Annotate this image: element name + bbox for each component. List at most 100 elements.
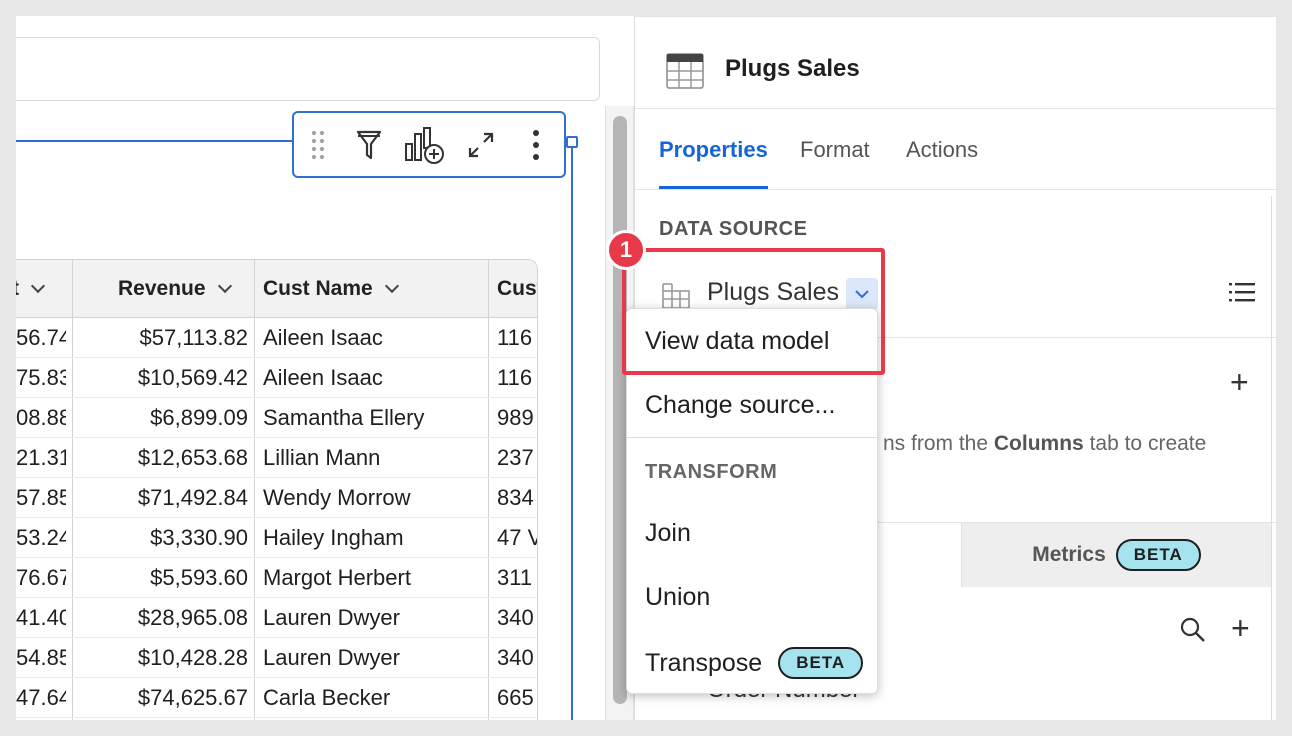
table-cell[interactable]: 47.64 [16, 678, 66, 718]
table-row[interactable]: 53.24 $3,330.90 Hailey Ingham 47 V [16, 518, 537, 558]
menu-item-transpose-label: Transpose [645, 648, 763, 677]
table-cell[interactable]: 54.85 [16, 638, 66, 678]
column-header-cust-name[interactable]: Cust Name [263, 260, 489, 318]
menu-item-change-source[interactable]: Change source... [645, 391, 835, 420]
expand-icon[interactable] [453, 113, 509, 176]
add-chart-icon[interactable] [397, 113, 453, 176]
table-cell[interactable]: 116 [497, 318, 537, 358]
menu-divider [627, 437, 879, 438]
search-icon[interactable] [1179, 616, 1207, 649]
table-cell[interactable]: 237 [497, 438, 537, 478]
table-cell[interactable]: Margot Herbert [263, 558, 489, 598]
table-row[interactable]: 76.67 $5,593.60 Margot Herbert 311 [16, 558, 537, 598]
tab-metrics[interactable]: Metrics BETA [961, 523, 1271, 587]
table-row[interactable]: 54.85 $10,428.28 Lauren Dwyer 340 [16, 638, 537, 678]
add-grouping-plus-icon[interactable]: + [1230, 366, 1249, 398]
tab-properties[interactable]: Properties [659, 137, 768, 163]
table-cell[interactable]: 47 V [497, 518, 537, 558]
table-cell[interactable]: $5,593.60 [74, 558, 248, 598]
table-cell[interactable]: 665 [497, 678, 537, 718]
element-toolbar [292, 111, 566, 178]
chevron-down-icon[interactable] [217, 278, 232, 294]
table-cell[interactable]: $10,428.28 [74, 638, 248, 678]
hint-text-part: tab to create [1083, 432, 1207, 455]
table-cell[interactable]: $6,899.09 [74, 398, 248, 438]
table-cell[interactable]: 311 [497, 558, 537, 598]
column-header[interactable]: t [16, 260, 78, 318]
table-cell[interactable]: 56.74 [16, 318, 66, 358]
menu-item-transpose[interactable]: Transpose BETA [645, 647, 864, 679]
tab-actions[interactable]: Actions [906, 137, 978, 163]
chevron-down-icon[interactable] [384, 278, 399, 294]
chevron-down-icon[interactable] [30, 278, 46, 294]
table-row[interactable]: 47.64 $74,625.67 Carla Becker 665 [16, 678, 537, 718]
table-cell[interactable]: $28,965.08 [74, 598, 248, 638]
table-cell[interactable]: Lillian Mann [263, 438, 489, 478]
panel-header: Plugs Sales [635, 16, 1276, 109]
table-cell[interactable]: 989 [497, 398, 537, 438]
resize-handle[interactable] [566, 136, 578, 148]
table-cell[interactable]: 340 [497, 598, 537, 638]
table-cell[interactable]: 834 [497, 478, 537, 518]
table-body: 56.74 $57,113.82 Aileen Isaac 116 75.83 $10,5… [16, 318, 537, 718]
active-tab-indicator [659, 186, 768, 189]
table-cell[interactable]: Carla Becker [263, 678, 489, 718]
columns-hint-text: ns from the Columns tab to create [883, 432, 1206, 456]
scrollbar-thumb[interactable] [613, 116, 627, 704]
table-cell[interactable]: $74,625.67 [74, 678, 248, 718]
workbook-canvas: t Revenue Cust Name Cust 56.74$57,113.82… [16, 16, 634, 720]
table-row[interactable]: 75.83 $10,569.42 Aileen Isaac 116 [16, 358, 537, 398]
table-cell[interactable]: 08.88 [16, 398, 66, 438]
panel-tabs: Properties Format Actions [635, 109, 1276, 190]
table-cell[interactable]: $3,330.90 [74, 518, 248, 558]
column-header-label: t [16, 277, 19, 301]
app-frame: t Revenue Cust Name Cust 56.74$57,113.82… [16, 16, 1276, 720]
beta-badge: BETA [1115, 539, 1201, 571]
table-cell[interactable]: 41.40 [16, 598, 66, 638]
table-cell[interactable]: Lauren Dwyer [263, 638, 489, 678]
column-header-label: Revenue [118, 277, 206, 300]
canvas-header-field[interactable] [16, 37, 600, 101]
add-column-plus-icon[interactable]: + [1231, 612, 1250, 644]
list-icon[interactable] [1229, 282, 1255, 307]
table-icon [666, 53, 704, 94]
table-cell[interactable]: Samantha Ellery [263, 398, 489, 438]
annotation-step-badge: 1 [606, 230, 646, 270]
table-cell[interactable]: Lauren Dwyer [263, 598, 489, 638]
panel-title: Plugs Sales [725, 55, 860, 82]
table-row[interactable]: 41.40 $28,965.08 Lauren Dwyer 340 [16, 598, 537, 638]
panel-scrollbar[interactable] [1271, 196, 1276, 720]
filter-icon[interactable] [342, 113, 398, 176]
more-options-icon[interactable] [508, 113, 564, 176]
tab-format[interactable]: Format [800, 137, 870, 163]
table-cell[interactable]: Aileen Isaac [263, 318, 489, 358]
table-cell[interactable]: 53.24 [16, 518, 66, 558]
table-cell[interactable]: 340 [497, 638, 537, 678]
annotation-highlight-box [622, 248, 885, 375]
drag-handle-icon[interactable] [294, 113, 342, 176]
table-cell[interactable]: $12,653.68 [74, 438, 248, 478]
table-cell[interactable]: $71,492.84 [74, 478, 248, 518]
table-cell[interactable]: $10,569.42 [74, 358, 248, 398]
table-cell[interactable]: Wendy Morrow [263, 478, 489, 518]
data-source-label: DATA SOURCE [659, 218, 808, 240]
metrics-tab-label: Metrics [1032, 543, 1106, 566]
table-cell[interactable]: 57.85 [16, 478, 66, 518]
table-row[interactable]: 57.85 $71,492.84 Wendy Morrow 834 [16, 478, 537, 518]
table-row[interactable]: 56.74 $57,113.82 Aileen Isaac 116 [16, 318, 537, 358]
column-header-revenue[interactable]: Revenue [118, 260, 258, 318]
table-cell[interactable]: Hailey Ingham [263, 518, 489, 558]
menu-item-join[interactable]: Join [645, 519, 691, 548]
table-cell[interactable]: 76.67 [16, 558, 66, 598]
table-row[interactable]: 08.88 $6,899.09 Samantha Ellery 989 [16, 398, 537, 438]
table-cell[interactable]: $57,113.82 [74, 318, 248, 358]
table-cell[interactable]: 116 [497, 358, 537, 398]
menu-item-union[interactable]: Union [645, 583, 710, 612]
table-cell[interactable]: Aileen Isaac [263, 358, 489, 398]
table-header: t Revenue Cust Name Cust [16, 260, 537, 318]
beta-badge: BETA [778, 647, 864, 679]
table-row[interactable]: 21.31 $12,653.68 Lillian Mann 237 [16, 438, 537, 478]
table-cell[interactable]: 21.31 [16, 438, 66, 478]
column-header-cust[interactable]: Cust [497, 260, 537, 318]
table-cell[interactable]: 75.83 [16, 358, 66, 398]
